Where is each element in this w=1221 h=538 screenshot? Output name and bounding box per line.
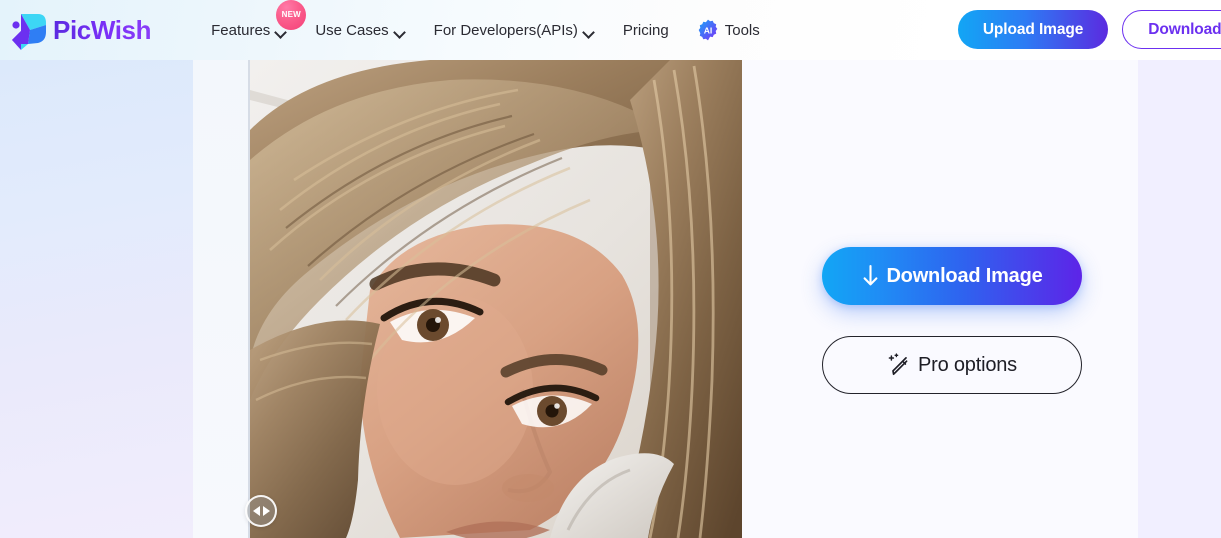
picwish-logo-icon xyxy=(8,10,46,50)
site-header: PicWish Features NEW Use Cases For Devel… xyxy=(0,0,1221,60)
arrow-left-icon xyxy=(252,506,260,516)
nav-item-label: Use Cases xyxy=(315,21,389,39)
nav-item-label: Features xyxy=(211,21,271,39)
result-photo xyxy=(250,60,742,538)
svg-text:AI: AI xyxy=(703,25,712,35)
upload-image-button[interactable]: Upload Image xyxy=(957,10,1109,49)
nav-item-use-cases[interactable]: Use Cases xyxy=(301,16,419,45)
new-badge: NEW xyxy=(276,0,307,30)
compare-slider-line[interactable] xyxy=(248,60,250,538)
pro-options-label: Pro options xyxy=(918,353,1017,376)
page-root: PicWish Features NEW Use Cases For Devel… xyxy=(0,0,1221,538)
nav-item-label: Pricing xyxy=(622,21,669,39)
download-app-button[interactable]: Download App xyxy=(1122,10,1221,49)
download-arrow-icon xyxy=(861,264,880,288)
nav-item-label: Tools xyxy=(724,21,760,39)
compare-slider-handle-icon[interactable] xyxy=(245,495,277,527)
chevron-down-icon xyxy=(584,28,595,35)
left-gutter xyxy=(193,60,250,538)
result-image-panel xyxy=(250,60,742,538)
magic-pencil-icon xyxy=(887,353,911,377)
nav-item-tools[interactable]: AI Tools xyxy=(683,13,774,47)
ai-chip-icon: AI xyxy=(697,19,719,41)
arrow-right-icon xyxy=(262,506,270,516)
pro-options-button[interactable]: Pro options xyxy=(822,336,1082,394)
nav-item-pricing[interactable]: Pricing xyxy=(609,16,683,45)
download-image-button[interactable]: Download Image xyxy=(822,247,1082,305)
header-actions: Upload Image Download App xyxy=(957,10,1221,49)
brand-name: PicWish xyxy=(53,14,152,45)
nav-item-for-developers[interactable]: For Developers(APIs) xyxy=(420,16,609,45)
left-gradient-rail xyxy=(0,60,193,538)
chevron-down-icon xyxy=(395,28,406,35)
nav-item-label: For Developers(APIs) xyxy=(433,21,578,39)
brand-logo-link[interactable]: PicWish xyxy=(8,10,152,50)
editor-stage: Download Image Pro options xyxy=(0,60,1221,538)
action-button-group: Download Image Pro options xyxy=(822,247,1082,394)
main-nav: Features NEW Use Cases For Developers(AP… xyxy=(197,0,774,47)
nav-item-features[interactable]: Features NEW xyxy=(197,0,307,45)
download-image-label: Download Image xyxy=(886,264,1043,287)
right-gradient-rail xyxy=(1138,60,1221,538)
